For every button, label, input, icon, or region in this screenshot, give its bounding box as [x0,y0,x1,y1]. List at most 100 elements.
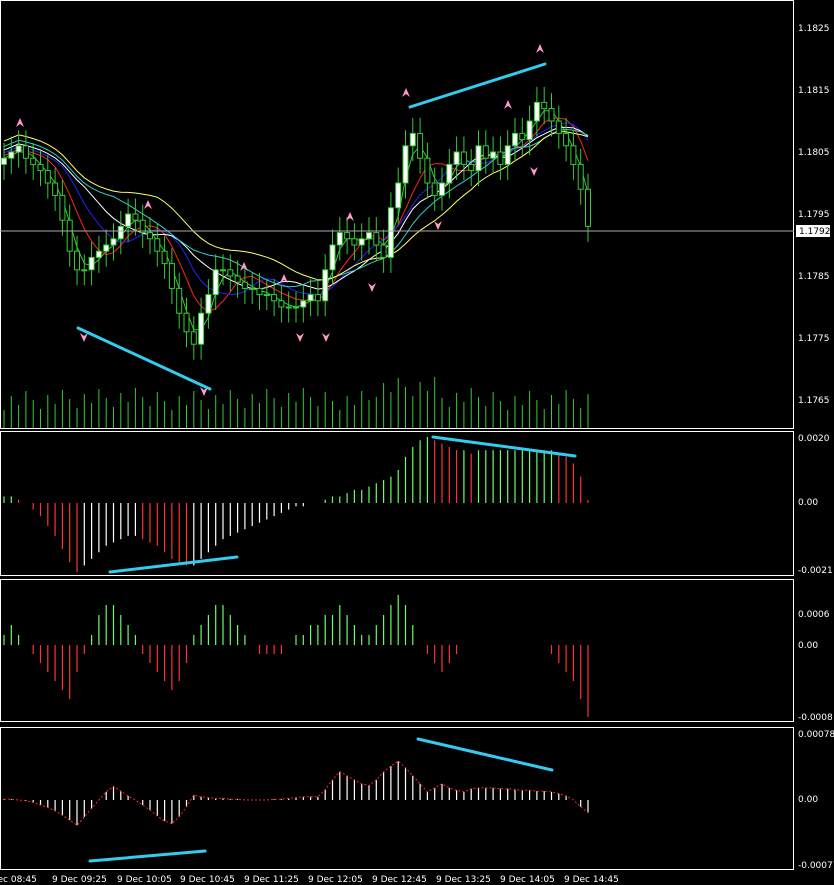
candle-body [52,182,59,196]
candle-body [351,238,358,246]
divergence-line-main-low[interactable] [76,326,212,391]
candle-body [387,207,394,258]
candle-body [132,213,139,221]
candle-body [541,101,548,110]
candle-body [8,151,15,159]
candle-body [329,244,336,271]
candle-body [314,294,321,302]
candle-body [198,312,205,345]
candle-body [475,145,482,172]
fractal-up-arrow-icon [504,100,512,109]
candle-body [37,163,44,172]
main-price-panel[interactable] [0,0,794,429]
candle-body [402,145,409,184]
candle-body [533,101,540,122]
axis-label: -0.00077 [798,861,834,871]
fractal-up-arrow-icon [144,200,152,209]
candlesticks [1,86,591,360]
axis-label: 0.00 [798,795,818,805]
candle-body [439,182,445,196]
price-label: 1.1825 [798,24,830,34]
candle-body [424,157,431,184]
fractal-up-arrow-icon [536,44,544,53]
candle-body [44,170,51,184]
histogram-panel-1[interactable] [0,431,794,576]
candle-body [519,132,526,141]
histogram-3-bars [3,761,589,826]
candle-body [293,306,299,309]
candle-body [66,219,73,252]
time-label: 9 Dec 12:05 [308,875,363,885]
time-label: 9 Dec 10:45 [180,875,235,885]
candle-body [74,250,80,271]
candle-body [88,256,95,271]
candle-body [322,269,329,302]
histogram-panel-2[interactable] [0,579,794,722]
candle-body [512,132,518,147]
price-label: 1.1805 [798,148,830,158]
fractal-down-arrow-icon [296,333,304,342]
fractal-up-arrow-icon [16,118,24,127]
candle-body [460,151,467,165]
candle-body [190,331,197,345]
histogram-2-axis: 0.0006 0.00 -0.0008 [798,610,833,723]
candle-body [336,232,343,246]
trading-chart[interactable]: 1.1825 1.1815 1.1805 1.1795 1.1785 1.177… [0,0,834,885]
candle-body [482,145,489,159]
price-label: 1.1785 [798,272,830,282]
candle-body [1,157,7,165]
candle-body [103,244,110,252]
candle-body [409,132,416,147]
candle-body [307,294,314,302]
candle-body [176,287,183,314]
time-label: 9 Dec 14:45 [564,875,619,885]
time-label: 9 Dec 09:25 [52,875,107,885]
candle-body [256,287,263,296]
candle-body [285,306,292,309]
candle-body [110,238,117,246]
divergence-line-main-high[interactable] [408,62,547,109]
candle-body [431,182,438,196]
fractal-down-arrow-icon [80,333,88,342]
time-label: 9 Dec 08:45 [0,875,37,885]
candle-body [227,269,234,277]
time-label: 9 Dec 10:05 [117,875,172,885]
divergence-line-hist3-high[interactable] [416,737,554,772]
candle-body [154,238,161,252]
time-label: 9 Dec 14:05 [500,875,555,885]
candle-body [453,151,460,165]
candle-body [249,287,256,290]
panel-frames [0,0,794,870]
candle-body [81,269,88,272]
current-price-label: 1.1792 [799,227,831,237]
candle-body [585,188,591,227]
candle-body [278,300,285,308]
price-label: 1.1775 [798,334,830,344]
axis-label: 0.00 [798,641,818,651]
candle-body [22,145,29,159]
fractal-up-arrow-icon [240,262,248,271]
candle-body [358,238,365,246]
candle-body [183,312,190,333]
candle-body [373,232,380,246]
candle-body [490,151,497,159]
divergence-line-hist3-low[interactable] [88,849,207,863]
candle-body [205,294,212,314]
histogram-panel-3[interactable] [0,727,794,870]
candle-body [263,294,270,297]
candle-body [95,250,102,258]
candle-body [168,263,175,289]
candle-body [417,132,424,159]
histogram-1-bars [3,437,589,572]
time-label: 9 Dec 12:45 [372,875,427,885]
divergence-line-hist1-low[interactable] [108,555,239,574]
divergence-line-hist1-high[interactable] [431,435,577,458]
candle-body [504,145,511,165]
candle-body [147,232,153,240]
time-axis: 9 Dec 08:45 9 Dec 09:25 9 Dec 10:05 9 De… [0,875,619,885]
candle-body [446,163,453,184]
price-label: 1.1795 [798,210,830,220]
candle-body [497,151,504,165]
candle-body [366,232,372,240]
axis-label: 0.0006 [798,610,830,620]
